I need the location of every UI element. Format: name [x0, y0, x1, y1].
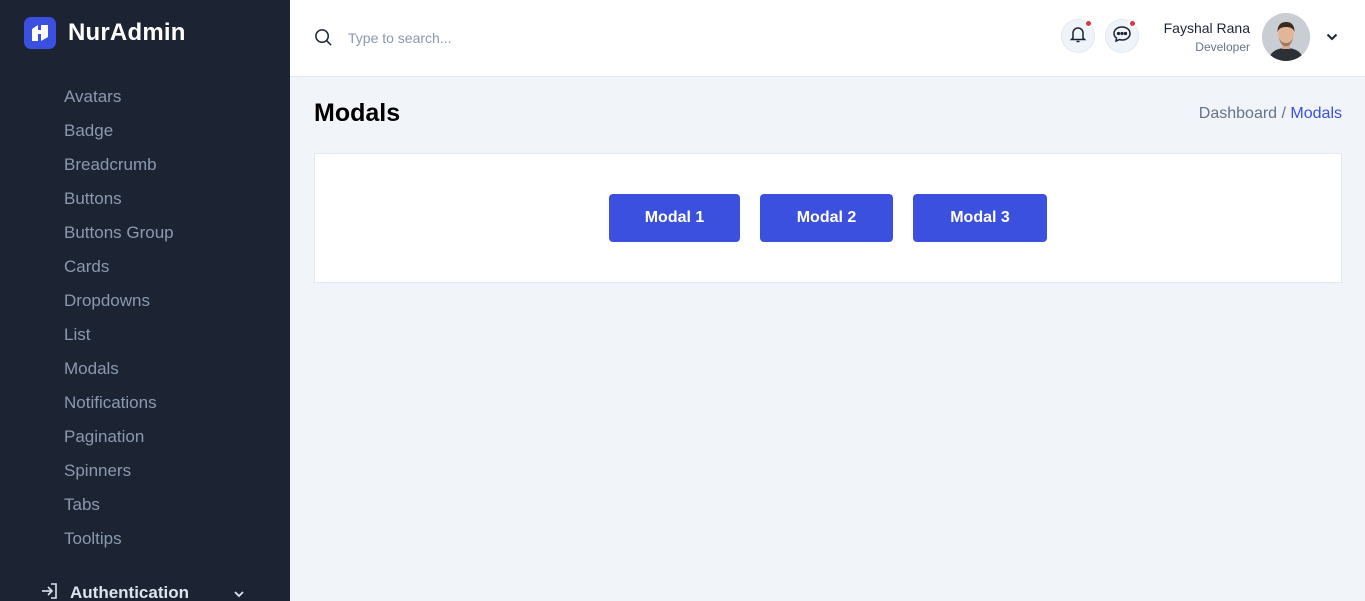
avatar[interactable] [1262, 13, 1310, 61]
sidebar-item-label: Authentication [70, 583, 189, 601]
bell-icon [1068, 24, 1088, 49]
brand[interactable]: NurAdmin [24, 17, 186, 49]
search-input[interactable] [348, 24, 648, 52]
modals-card: Modal 1 Modal 2 Modal 3 [314, 153, 1342, 283]
sidebar-item-authentication[interactable]: Authentication [40, 580, 250, 601]
sidebar-item-spinners[interactable]: Spinners [64, 454, 131, 488]
sidebar-item-avatars[interactable]: Avatars [64, 80, 121, 114]
sidebar-item-badge[interactable]: Badge [64, 114, 113, 148]
sidebar-item-buttons[interactable]: Buttons [64, 182, 122, 216]
login-icon [40, 581, 60, 601]
modal-2-button[interactable]: Modal 2 [760, 194, 893, 242]
sidebar-item-tooltips[interactable]: Tooltips [64, 522, 122, 556]
sidebar-item-tabs[interactable]: Tabs [64, 488, 100, 522]
modal-3-button[interactable]: Modal 3 [913, 194, 1047, 242]
top-header: Fayshal Rana Developer [290, 0, 1365, 77]
chevron-down-icon[interactable] [1325, 30, 1339, 49]
sidebar-item-dropdowns[interactable]: Dropdowns [64, 284, 150, 318]
sidebar-item-partial: Alerts [64, 52, 124, 68]
modal-1-button[interactable]: Modal 1 [609, 194, 740, 242]
sidebar-item-buttons-group[interactable]: Buttons Group [64, 216, 174, 250]
search-icon[interactable] [314, 28, 333, 52]
sidebar: NurAdmin Alerts Avatars Badge Breadcrumb… [0, 0, 290, 601]
message-badge [1128, 19, 1137, 28]
notification-badge [1084, 19, 1093, 28]
sidebar-item-notifications[interactable]: Notifications [64, 386, 157, 420]
logo-icon [24, 17, 56, 49]
chevron-down-icon [232, 586, 246, 601]
notifications-button[interactable] [1061, 19, 1095, 53]
brand-name: NurAdmin [68, 19, 186, 46]
user-name[interactable]: Fayshal Rana [1164, 20, 1250, 36]
sidebar-item-modals[interactable]: Modals [64, 352, 119, 386]
sidebar-item-pagination[interactable]: Pagination [64, 420, 144, 454]
breadcrumb-current: Modals [1290, 105, 1342, 122]
user-role: Developer [1195, 40, 1250, 54]
chat-icon [1112, 24, 1132, 49]
breadcrumb: Dashboard / Modals [1199, 105, 1342, 123]
sidebar-item-breadcrumb[interactable]: Breadcrumb [64, 148, 157, 182]
breadcrumb-dashboard-link[interactable]: Dashboard / [1199, 105, 1286, 122]
page-title: Modals [314, 99, 401, 127]
sidebar-item-list[interactable]: List [64, 318, 90, 352]
sidebar-item-cards[interactable]: Cards [64, 250, 109, 284]
messages-button[interactable] [1105, 19, 1139, 53]
